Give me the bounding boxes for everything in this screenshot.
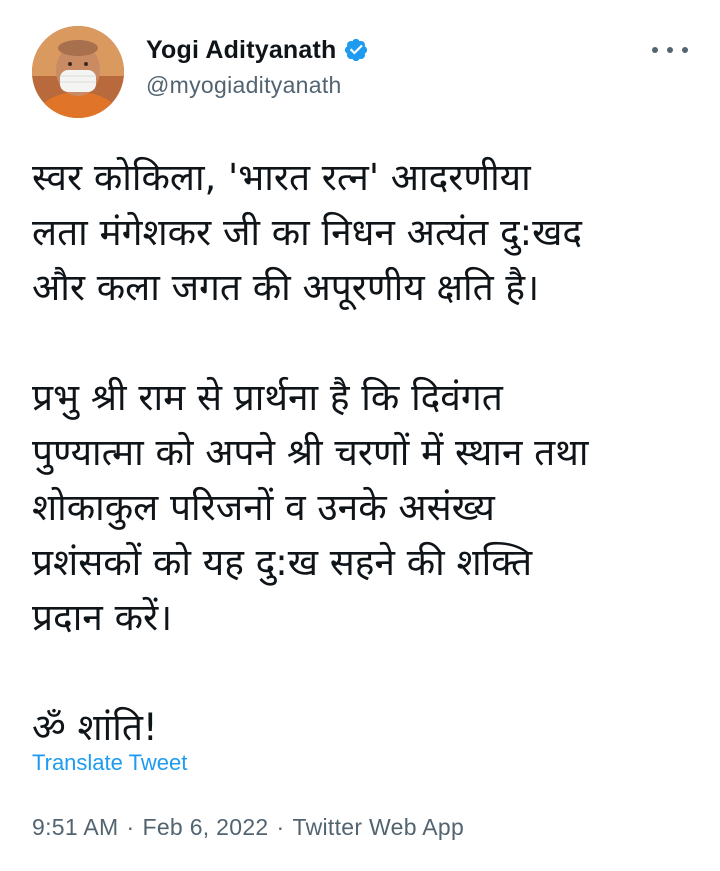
tweet-paragraph: स्वर कोकिला, 'भारत रत्न' आदरणीया लता मंग… bbox=[32, 156, 583, 309]
author-display-name[interactable]: Yogi Adityanath bbox=[146, 36, 337, 65]
tweet-paragraph: ॐ शांति! bbox=[32, 706, 158, 749]
tweet-header: Yogi Adityanath @myogiadityanath bbox=[32, 26, 692, 122]
name-row: Yogi Adityanath bbox=[146, 32, 369, 68]
tweet-text: स्वर कोकिला, 'भारत रत्न' आदरणीया लता मंग… bbox=[32, 150, 692, 755]
more-dot bbox=[667, 47, 673, 53]
more-dot bbox=[682, 47, 688, 53]
meta-separator: · bbox=[276, 814, 285, 840]
translate-tweet-link[interactable]: Translate Tweet bbox=[32, 750, 187, 776]
tweet-paragraph: प्रभु श्री राम से प्रार्थना है कि दिवंगत… bbox=[32, 376, 589, 639]
more-dot bbox=[652, 47, 658, 53]
avatar[interactable] bbox=[32, 26, 124, 118]
more-options-icon[interactable] bbox=[652, 38, 688, 62]
tweet-source-app[interactable]: Twitter Web App bbox=[293, 814, 465, 840]
avatar-image bbox=[32, 26, 124, 118]
author-handle[interactable]: @myogiadityanath bbox=[146, 72, 369, 99]
tweet-card: Yogi Adityanath @myogiadityanath स्वर को… bbox=[0, 0, 720, 871]
tweet-time[interactable]: 9:51 AM bbox=[32, 814, 119, 840]
meta-separator: · bbox=[126, 814, 135, 840]
verified-badge-icon bbox=[343, 37, 369, 63]
tweet-meta: 9:51 AM · Feb 6, 2022 · Twitter Web App bbox=[32, 814, 464, 841]
tweet-date[interactable]: Feb 6, 2022 bbox=[142, 814, 268, 840]
author-block: Yogi Adityanath @myogiadityanath bbox=[146, 32, 369, 99]
